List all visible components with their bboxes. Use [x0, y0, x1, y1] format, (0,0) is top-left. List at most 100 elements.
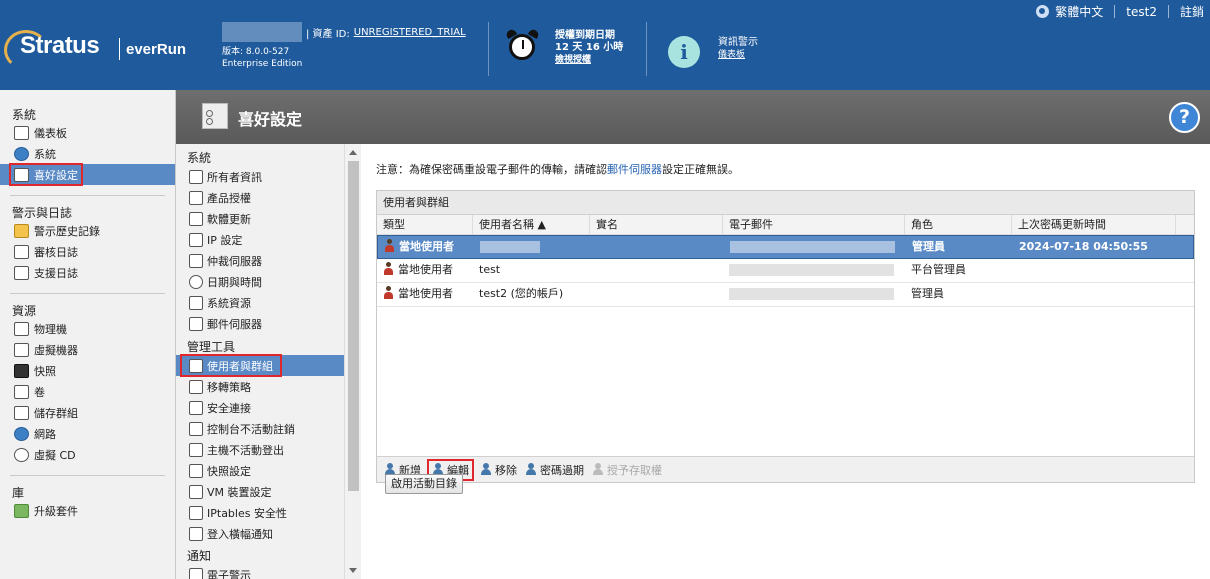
- globe-icon[interactable]: [1036, 5, 1050, 18]
- nav-item-support-log[interactable]: 支援日誌: [0, 262, 175, 283]
- nav-item-upgrade-kits[interactable]: 升級套件: [0, 500, 175, 521]
- subnav-item-users-groups[interactable]: 使用者與群組: [176, 354, 344, 377]
- language-selector[interactable]: 繁體中文: [1055, 3, 1103, 20]
- subnav-item-label: 仲裁伺服器: [207, 254, 262, 268]
- lock-icon: [525, 463, 538, 476]
- subnav-item-host-inactivity-logout[interactable]: 主機不活動登出: [176, 439, 344, 460]
- subnav-item-label: 郵件伺服器: [207, 317, 262, 331]
- scroll-thumb[interactable]: [348, 161, 359, 491]
- alert-title: 資訊警示: [718, 37, 758, 48]
- nav-item-virtual-cd[interactable]: 虛擬 CD: [0, 444, 175, 465]
- subnav-item-owner-info[interactable]: 所有者資訊: [176, 166, 344, 187]
- subnav-item-snapshot-settings[interactable]: 快照設定: [176, 460, 344, 481]
- mail-icon: [189, 316, 203, 331]
- enable-active-directory-button[interactable]: 啟用活動目錄: [385, 474, 463, 494]
- cell-username: test: [479, 263, 501, 276]
- nav-item-alert-history[interactable]: 警示歷史記錄: [0, 220, 175, 241]
- subnav-item-ip-settings[interactable]: IP 設定: [176, 229, 344, 250]
- subnav-item-migration-policy[interactable]: 移轉策略: [176, 376, 344, 397]
- table-header: 類型 使用者名稱 ▲ 實名 電子郵件 角色 上次密碼更新時間: [377, 215, 1194, 235]
- dashboard-link[interactable]: 儀表板: [718, 49, 758, 62]
- migrate-icon: [189, 379, 203, 394]
- header-divider: [646, 22, 647, 76]
- user-icon: [384, 239, 395, 252]
- nav-item-virtual-machines[interactable]: 虛擬機器: [0, 339, 175, 360]
- cell-type: 當地使用者: [398, 287, 453, 300]
- asset-id-link[interactable]: UNREGISTERED_TRIAL: [354, 27, 466, 38]
- subnav-item-system-resources[interactable]: 系統資源: [176, 292, 344, 313]
- cell-updated: [1012, 283, 1176, 306]
- col-email[interactable]: 電子郵件: [723, 215, 905, 234]
- nav-item-networks[interactable]: 網路: [0, 423, 175, 444]
- subnav-item-date-time[interactable]: 日期與時間: [176, 271, 344, 292]
- scroll-up-icon[interactable]: [349, 150, 357, 155]
- vm-icon: [189, 484, 203, 499]
- col-role[interactable]: 角色: [905, 215, 1012, 234]
- cell-role: 管理員: [912, 240, 945, 253]
- subnav-item-iptables-security[interactable]: IPtables 安全性: [176, 502, 344, 523]
- notice-text: 注意：為確保密碼重設電子郵件的傳輸，請確認郵件伺服器設定正確無誤。: [376, 161, 739, 177]
- nav-item-storage-groups[interactable]: 儲存群組: [0, 402, 175, 423]
- subnav-item-product-license[interactable]: 產品授權: [176, 187, 344, 208]
- subnav-item-login-banner[interactable]: 登入橫幅通知: [176, 523, 344, 544]
- nav-item-system[interactable]: 系統: [0, 143, 175, 164]
- nav-item-physical-machines[interactable]: 物理機: [0, 318, 175, 339]
- subnav-section-admin-tools: 管理工具: [187, 340, 236, 354]
- col-type[interactable]: 類型: [377, 215, 473, 234]
- volume-icon: [14, 384, 29, 399]
- subnav-item-secure-connection[interactable]: 安全連接: [176, 397, 344, 418]
- email-redacted: [729, 288, 894, 300]
- subnav-item-console-inactivity-logout[interactable]: 控制台不活動註銷: [176, 418, 344, 439]
- help-button[interactable]: ?: [1169, 102, 1200, 133]
- stratus-logo: Stratus everRun: [4, 26, 186, 72]
- current-user[interactable]: test2: [1126, 5, 1157, 19]
- cell-role: 管理員: [911, 287, 944, 300]
- nav-item-label: 儲存群組: [34, 406, 78, 420]
- nav-item-audit-log[interactable]: 審核日誌: [0, 241, 175, 262]
- subnav-item-mail-server[interactable]: 郵件伺服器: [176, 313, 344, 334]
- nav-item-dashboard[interactable]: 儀表板: [0, 122, 175, 143]
- app-header: 繁體中文 test2 註銷 Stratus everRun | 資產 ID: U…: [0, 0, 1210, 90]
- subnav-item-vm-device-settings[interactable]: VM 裝置設定: [176, 481, 344, 502]
- remove-user-button[interactable]: 移除: [478, 459, 519, 481]
- lock-icon: [189, 400, 203, 415]
- nav-section-library: 庫: [12, 486, 25, 500]
- edition-text: Enterprise Edition: [222, 59, 303, 69]
- nav-item-volumes[interactable]: 卷: [0, 381, 175, 402]
- table-row[interactable]: 當地使用者 test 平台管理員: [377, 259, 1194, 283]
- mail-server-link[interactable]: 郵件伺服器: [607, 163, 662, 176]
- clock-icon: [189, 274, 203, 289]
- globe-icon: [14, 146, 29, 161]
- subnav-scrollbar[interactable]: [344, 144, 361, 579]
- grant-access-button[interactable]: 授予存取權: [590, 459, 664, 481]
- update-icon: [189, 211, 203, 226]
- logo-main-text: Stratus: [20, 32, 100, 59]
- camera-icon: [14, 363, 29, 378]
- asset-label: | 資產 ID:: [306, 28, 350, 40]
- logout-link[interactable]: 註銷: [1180, 3, 1204, 20]
- col-username[interactable]: 使用者名稱 ▲: [473, 215, 590, 234]
- subnav-item-software-updates[interactable]: 軟體更新: [176, 208, 344, 229]
- subnav-item-label: 控制台不活動註銷: [207, 422, 295, 436]
- preferences-subnav: 系統 所有者資訊 產品授權 軟體更新 IP 設定 仲裁伺服器 日期與時間 系統資…: [176, 144, 344, 579]
- col-last-password-update[interactable]: 上次密碼更新時間: [1012, 215, 1176, 234]
- grant-label: 授予存取權: [607, 463, 662, 477]
- subnav-item-label: 日期與時間: [207, 275, 262, 289]
- col-realname[interactable]: 實名: [590, 215, 723, 234]
- subnav-item-label: 產品授權: [207, 191, 251, 205]
- expire-password-button[interactable]: 密碼過期: [523, 459, 586, 481]
- nav-item-snapshots[interactable]: 快照: [0, 360, 175, 381]
- users-groups-panel: 使用者與群組 類型 使用者名稱 ▲ 實名 電子郵件 角色 上次密碼更新時間 當地…: [376, 190, 1195, 483]
- camera-icon: [189, 463, 203, 478]
- subnav-item-e-alerts[interactable]: 電子警示: [176, 564, 344, 579]
- panel-title: 使用者與群組: [377, 191, 1194, 215]
- scroll-down-icon[interactable]: [349, 568, 357, 573]
- subnav-item-quorum-servers[interactable]: 仲裁伺服器: [176, 250, 344, 271]
- table-row[interactable]: 當地使用者 test2 (您的帳戶) 管理員: [377, 283, 1194, 307]
- cell-type: 當地使用者: [399, 240, 454, 253]
- view-license-link[interactable]: 檢視授權: [555, 54, 623, 66]
- owner-icon: [189, 169, 203, 184]
- nav-item-preferences[interactable]: 喜好設定: [0, 163, 175, 186]
- table-row[interactable]: 當地使用者 管理員 2024-07-18 04:50:55: [377, 235, 1194, 259]
- nav-divider: [10, 293, 165, 294]
